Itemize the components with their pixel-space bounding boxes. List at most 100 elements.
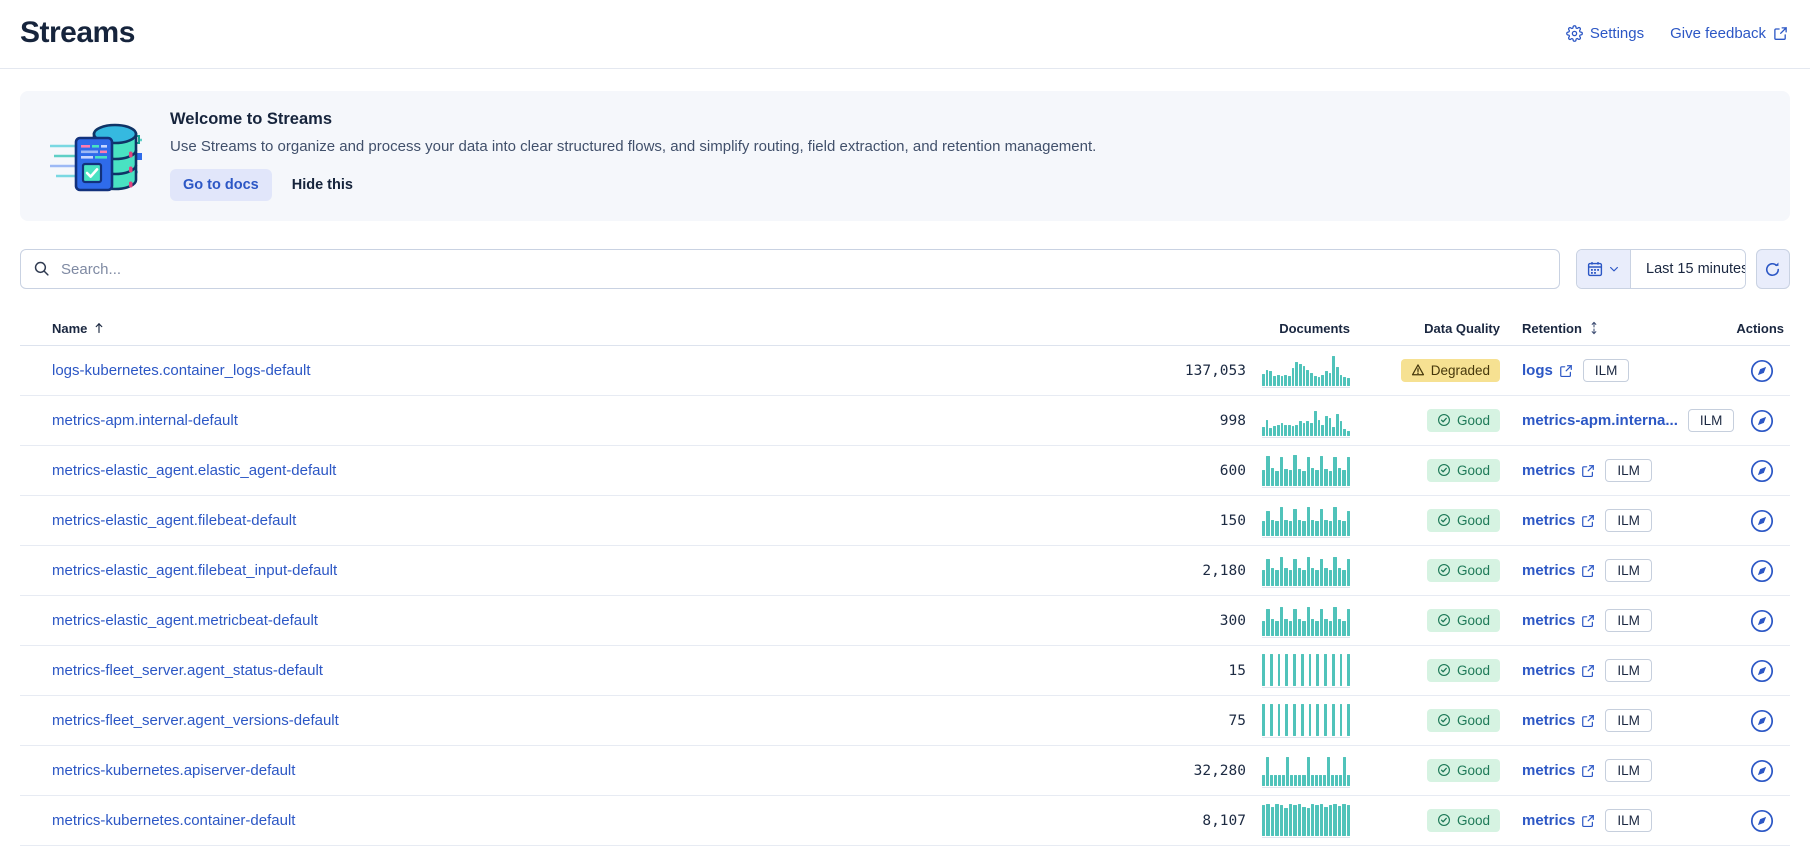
column-header-documents: Documents [1056, 321, 1350, 336]
stream-name-link[interactable]: metrics-fleet_server.agent_versions-defa… [52, 712, 339, 729]
column-header-name[interactable]: Name [20, 321, 1056, 336]
compass-icon [1749, 608, 1775, 634]
go-to-docs-button[interactable]: Go to docs [170, 169, 272, 201]
column-header-retention-label: Retention [1522, 321, 1582, 336]
open-in-discover-button[interactable] [1747, 406, 1777, 436]
retention-policy-label: metrics [1522, 562, 1575, 579]
ilm-badge: ILM [1605, 659, 1652, 682]
quality-badge: Good [1427, 409, 1500, 432]
actions-cell [1747, 756, 1777, 786]
banner-buttons: Go to docs Hide this [170, 169, 1096, 201]
check-circle-icon [1437, 513, 1451, 527]
column-header-documents-label: Documents [1279, 321, 1350, 336]
retention-policy-link[interactable]: metrics [1522, 462, 1595, 479]
open-in-discover-button[interactable] [1747, 556, 1777, 586]
retention-policy-link[interactable]: metrics-apm.interna... [1522, 412, 1678, 429]
documents-sparkline-chart [1262, 604, 1350, 638]
quality-badge: Good [1427, 509, 1500, 532]
sort-ascending-icon [92, 321, 106, 335]
retention-policy-label: metrics [1522, 812, 1575, 829]
stream-name-link[interactable]: metrics-elastic_agent.filebeat_input-def… [52, 562, 337, 579]
table-row: metrics-kubernetes.apiserver-default 32,… [20, 746, 1790, 796]
retention-cell: metrics ILM [1500, 609, 1734, 632]
search-input[interactable] [20, 249, 1560, 289]
retention-policy-link[interactable]: metrics [1522, 762, 1595, 779]
retention-policy-link[interactable]: logs [1522, 362, 1573, 379]
open-in-discover-button[interactable] [1747, 806, 1777, 836]
give-feedback-button[interactable]: Give feedback [1670, 25, 1788, 42]
open-in-discover-button[interactable] [1747, 706, 1777, 736]
stream-name-link[interactable]: metrics-kubernetes.apiserver-default [52, 762, 295, 779]
quality-badge: Good [1427, 709, 1500, 732]
check-circle-icon [1437, 413, 1451, 427]
retention-cell: metrics ILM [1500, 709, 1734, 732]
quality-badge-label: Good [1457, 513, 1490, 528]
open-in-discover-button[interactable] [1747, 506, 1777, 536]
retention-policy-link[interactable]: metrics [1522, 612, 1595, 629]
external-link-icon [1773, 26, 1788, 41]
data-quality-cell: Good [1427, 609, 1500, 633]
documents-count: 150 [1220, 513, 1246, 529]
retention-policy-link[interactable]: metrics [1522, 712, 1595, 729]
stream-name-link[interactable]: metrics-fleet_server.agent_status-defaul… [52, 662, 323, 679]
time-range-value[interactable]: Last 15 minutes [1631, 250, 1746, 288]
documents-count: 8,107 [1202, 813, 1246, 829]
stream-name-link[interactable]: logs-kubernetes.container_logs-default [52, 362, 311, 379]
documents-sparkline-chart [1262, 704, 1350, 738]
retention-policy-label: metrics [1522, 462, 1575, 479]
stream-name-link[interactable]: metrics-elastic_agent.filebeat-default [52, 512, 296, 529]
documents-sparkline-chart [1262, 754, 1350, 788]
retention-cell: metrics ILM [1500, 659, 1734, 682]
compass-icon [1749, 358, 1775, 384]
stream-name-cell: metrics-elastic_agent.elastic_agent-defa… [20, 462, 1056, 480]
quality-badge: Good [1427, 759, 1500, 782]
quality-badge-label: Degraded [1431, 363, 1490, 378]
streams-table: Name Documents Data Quality Retention [20, 311, 1790, 846]
documents-sparkline-chart [1262, 354, 1350, 388]
quality-badge-label: Good [1457, 563, 1490, 578]
compass-icon [1749, 758, 1775, 784]
quality-badge: Good [1427, 659, 1500, 682]
ilm-badge: ILM [1605, 559, 1652, 582]
table-body: logs-kubernetes.container_logs-default 1… [20, 346, 1790, 846]
stream-name-link[interactable]: metrics-elastic_agent.metricbeat-default [52, 612, 318, 629]
open-in-discover-button[interactable] [1747, 656, 1777, 686]
retention-policy-link[interactable]: metrics [1522, 562, 1595, 579]
table-header-row: Name Documents Data Quality Retention [20, 311, 1790, 346]
refresh-icon [1764, 261, 1781, 278]
documents-count: 600 [1220, 463, 1246, 479]
open-in-discover-button[interactable] [1747, 606, 1777, 636]
quality-badge-label: Good [1457, 613, 1490, 628]
date-picker-menu-button[interactable] [1577, 250, 1631, 288]
retention-policy-link[interactable]: metrics [1522, 662, 1595, 679]
table-row: metrics-elastic_agent.elastic_agent-defa… [20, 446, 1790, 496]
check-circle-icon [1437, 563, 1451, 577]
data-quality-cell: Good [1427, 459, 1500, 483]
retention-cell: logs ILM [1500, 359, 1734, 382]
calendar-icon [1587, 261, 1603, 277]
column-header-retention[interactable]: Retention [1500, 321, 1734, 336]
actions-cell [1747, 456, 1777, 486]
stream-name-cell: logs-kubernetes.container_logs-default [20, 362, 1056, 380]
refresh-button[interactable] [1756, 249, 1790, 289]
hide-this-button[interactable]: Hide this [292, 177, 353, 193]
documents-count: 75 [1229, 713, 1246, 729]
retention-cell: metrics ILM [1500, 809, 1734, 832]
actions-cell [1747, 706, 1777, 736]
settings-button[interactable]: Settings [1566, 25, 1644, 42]
open-in-discover-button[interactable] [1747, 356, 1777, 386]
stream-name-link[interactable]: metrics-elastic_agent.elastic_agent-defa… [52, 462, 336, 479]
retention-cell: metrics-apm.interna... ILM [1500, 409, 1734, 432]
retention-policy-link[interactable]: metrics [1522, 512, 1595, 529]
ilm-badge: ILM [1605, 459, 1652, 482]
retention-policy-label: metrics [1522, 762, 1575, 779]
retention-policy-link[interactable]: metrics [1522, 812, 1595, 829]
stream-name-link[interactable]: metrics-apm.internal-default [52, 412, 238, 429]
open-in-discover-button[interactable] [1747, 456, 1777, 486]
table-row: metrics-fleet_server.agent_status-defaul… [20, 646, 1790, 696]
actions-cell [1747, 656, 1777, 686]
column-header-actions-label: Actions [1736, 321, 1784, 336]
header-actions: Settings Give feedback [1566, 25, 1788, 42]
open-in-discover-button[interactable] [1747, 756, 1777, 786]
stream-name-link[interactable]: metrics-kubernetes.container-default [52, 812, 295, 829]
